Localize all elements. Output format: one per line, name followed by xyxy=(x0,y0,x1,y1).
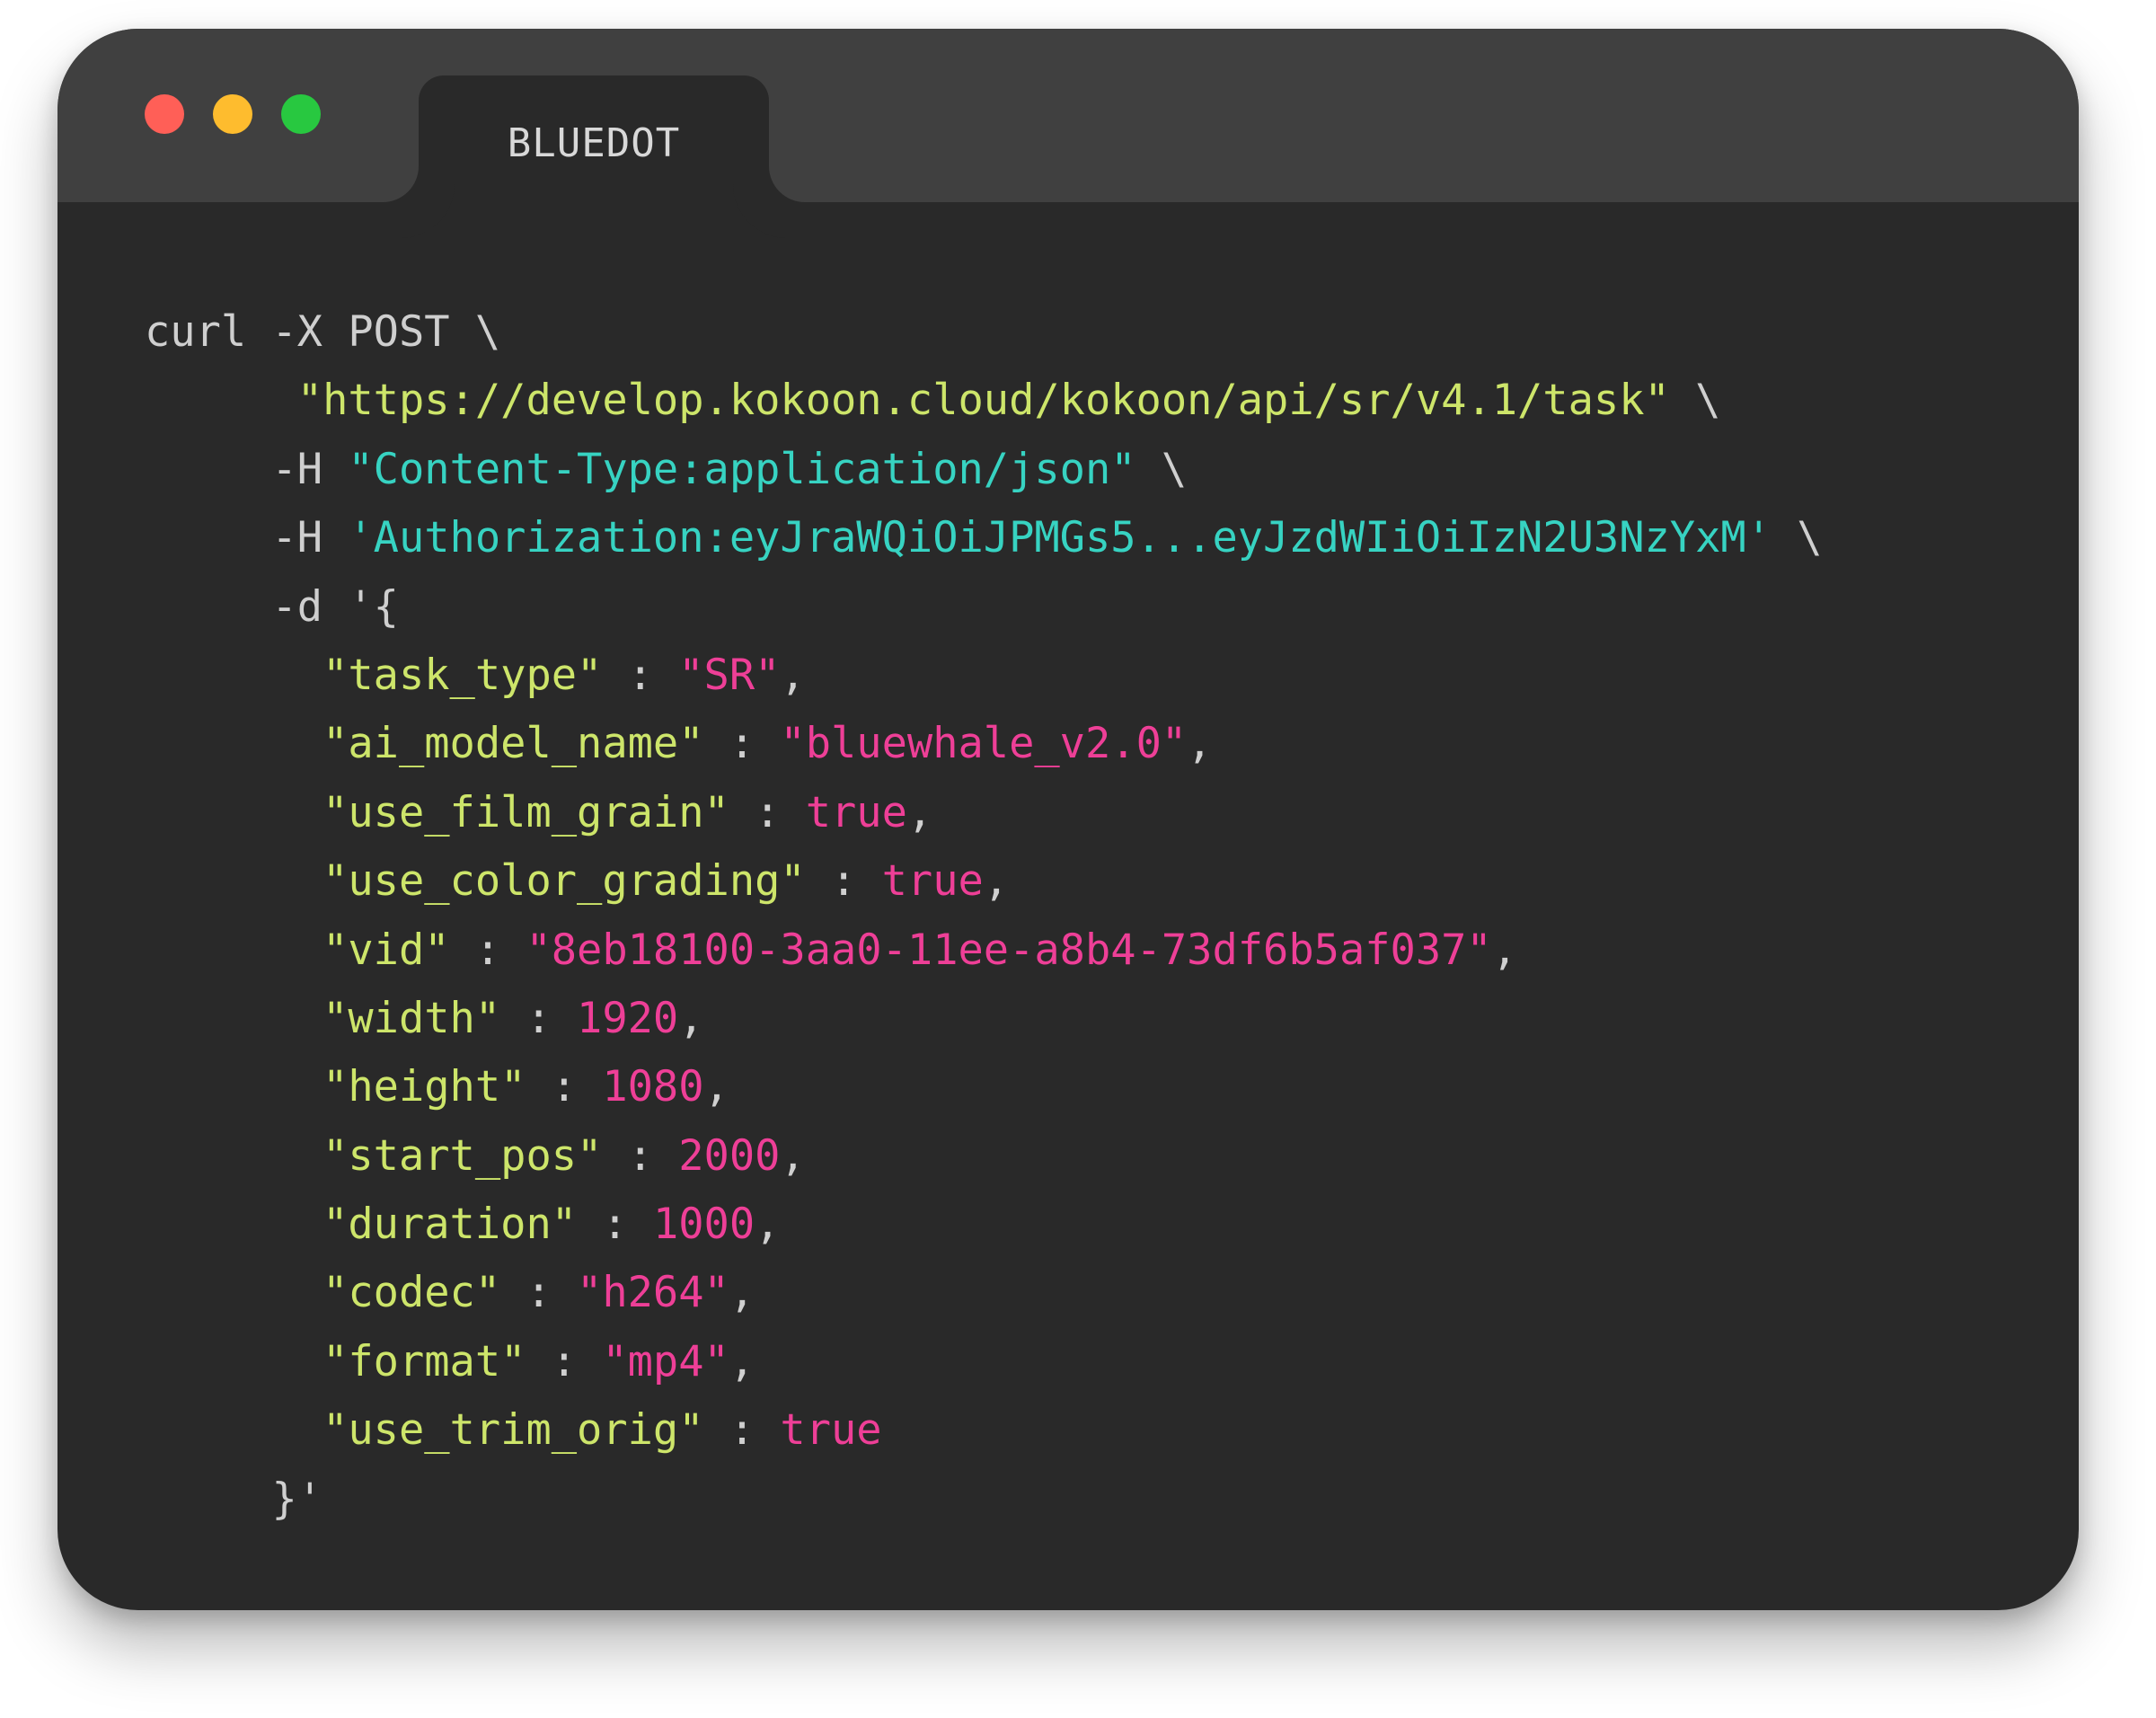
maximize-button[interactable] xyxy=(281,94,321,134)
json-value: 1080 xyxy=(602,1062,704,1112)
json-separator: : xyxy=(526,1062,603,1112)
tab-label: BLUEDOT xyxy=(507,120,681,166)
json-field-line: "use_film_grain" : true, xyxy=(145,779,1823,847)
code-line-header-authorization: -H 'Authorization:eyJraWQiOiJPMGs5...eyJ… xyxy=(271,513,1823,563)
json-comma: , xyxy=(780,1130,806,1181)
close-button[interactable] xyxy=(145,94,184,134)
json-field-line: "codec" : "h264", xyxy=(145,1259,1823,1327)
json-value: "SR" xyxy=(678,650,781,700)
json-separator: : xyxy=(602,1130,679,1181)
header-authorization: 'Authorization:eyJraWQiOiJPMGs5...eyJzdW… xyxy=(348,513,1772,563)
json-value: "bluewhale_v2.0" xyxy=(780,719,1188,769)
code-line-data-open: -d '{ xyxy=(271,581,399,632)
json-key: "width" xyxy=(323,993,501,1043)
json-comma: , xyxy=(780,650,806,700)
json-comma: , xyxy=(678,993,704,1043)
json-key: "vid" xyxy=(323,925,450,975)
json-separator: : xyxy=(500,1268,578,1318)
json-field-line: "format" : "mp4", xyxy=(145,1328,1823,1396)
header-content-type: "Content-Type:application/json" xyxy=(348,444,1136,494)
json-comma: , xyxy=(703,1062,729,1112)
json-comma: , xyxy=(729,1336,755,1386)
json-value: "8eb18100-3aa0-11ee-a8b4-73df6b5af037" xyxy=(526,925,1492,975)
code-line-data-close: }' xyxy=(271,1474,323,1524)
code-line-curl: curl -X POST \ xyxy=(145,307,501,357)
json-field-line: "task_type" : "SR", xyxy=(145,642,1823,710)
json-separator: : xyxy=(703,1405,781,1456)
json-comma: , xyxy=(755,1200,781,1250)
json-key: "task_type" xyxy=(323,650,603,700)
json-comma: , xyxy=(729,1268,755,1318)
json-comma: , xyxy=(1491,925,1518,975)
json-key: "use_trim_orig" xyxy=(323,1405,704,1456)
tab-bluedot[interactable]: BLUEDOT xyxy=(383,75,805,202)
json-key: "duration" xyxy=(323,1200,578,1250)
json-separator: : xyxy=(526,1336,603,1386)
json-separator: : xyxy=(703,719,781,769)
json-separator: : xyxy=(729,787,806,837)
minimize-button[interactable] xyxy=(213,94,252,134)
json-key: "codec" xyxy=(323,1268,501,1318)
json-value: 2000 xyxy=(678,1130,781,1181)
json-key: "ai_model_name" xyxy=(323,719,704,769)
json-key: "use_film_grain" xyxy=(323,787,729,837)
json-field-line: "ai_model_name" : "bluewhale_v2.0", xyxy=(145,710,1823,778)
json-key: "start_pos" xyxy=(323,1130,603,1181)
terminal-window: BLUEDOT curl -X POST \ "https://develop.… xyxy=(57,29,2079,1610)
json-comma: , xyxy=(983,856,1010,907)
json-separator: : xyxy=(449,925,526,975)
json-value: 1000 xyxy=(652,1200,755,1250)
json-field-line: "start_pos" : 2000, xyxy=(145,1122,1823,1191)
json-field-line: "height" : 1080, xyxy=(145,1053,1823,1121)
json-value: true xyxy=(805,787,907,837)
request-url: "https://develop.kokoon.cloud/kokoon/api… xyxy=(296,376,1670,426)
json-key: "height" xyxy=(323,1062,526,1112)
title-bar: BLUEDOT xyxy=(57,29,2079,202)
json-value: 1920 xyxy=(577,993,679,1043)
json-field-line: "duration" : 1000, xyxy=(145,1191,1823,1259)
code-block: curl -X POST \ "https://develop.kokoon.c… xyxy=(145,298,1823,1534)
json-fields: "task_type" : "SR", "ai_model_name" : "b… xyxy=(145,642,1823,1466)
json-separator: : xyxy=(500,993,578,1043)
json-value: true xyxy=(881,856,984,907)
json-key: "use_color_grading" xyxy=(323,856,806,907)
code-line-header-content-type: -H "Content-Type:application/json" \ xyxy=(271,444,1188,494)
json-separator: : xyxy=(602,650,679,700)
json-comma: , xyxy=(906,787,933,837)
json-key: "format" xyxy=(323,1336,526,1386)
code-line-url: "https://develop.kokoon.cloud/kokoon/api… xyxy=(296,376,1721,426)
json-field-line: "width" : 1920, xyxy=(145,985,1823,1053)
json-separator: : xyxy=(805,856,882,907)
json-value: "mp4" xyxy=(602,1336,729,1386)
json-value: "h264" xyxy=(577,1268,729,1318)
json-comma: , xyxy=(1187,719,1213,769)
json-separator: : xyxy=(577,1200,653,1250)
json-value: true xyxy=(780,1405,882,1456)
json-field-line: "use_trim_orig" : true xyxy=(145,1396,1823,1465)
json-field-line: "use_color_grading" : true, xyxy=(145,847,1823,916)
json-field-line: "vid" : "8eb18100-3aa0-11ee-a8b4-73df6b5… xyxy=(145,917,1823,985)
